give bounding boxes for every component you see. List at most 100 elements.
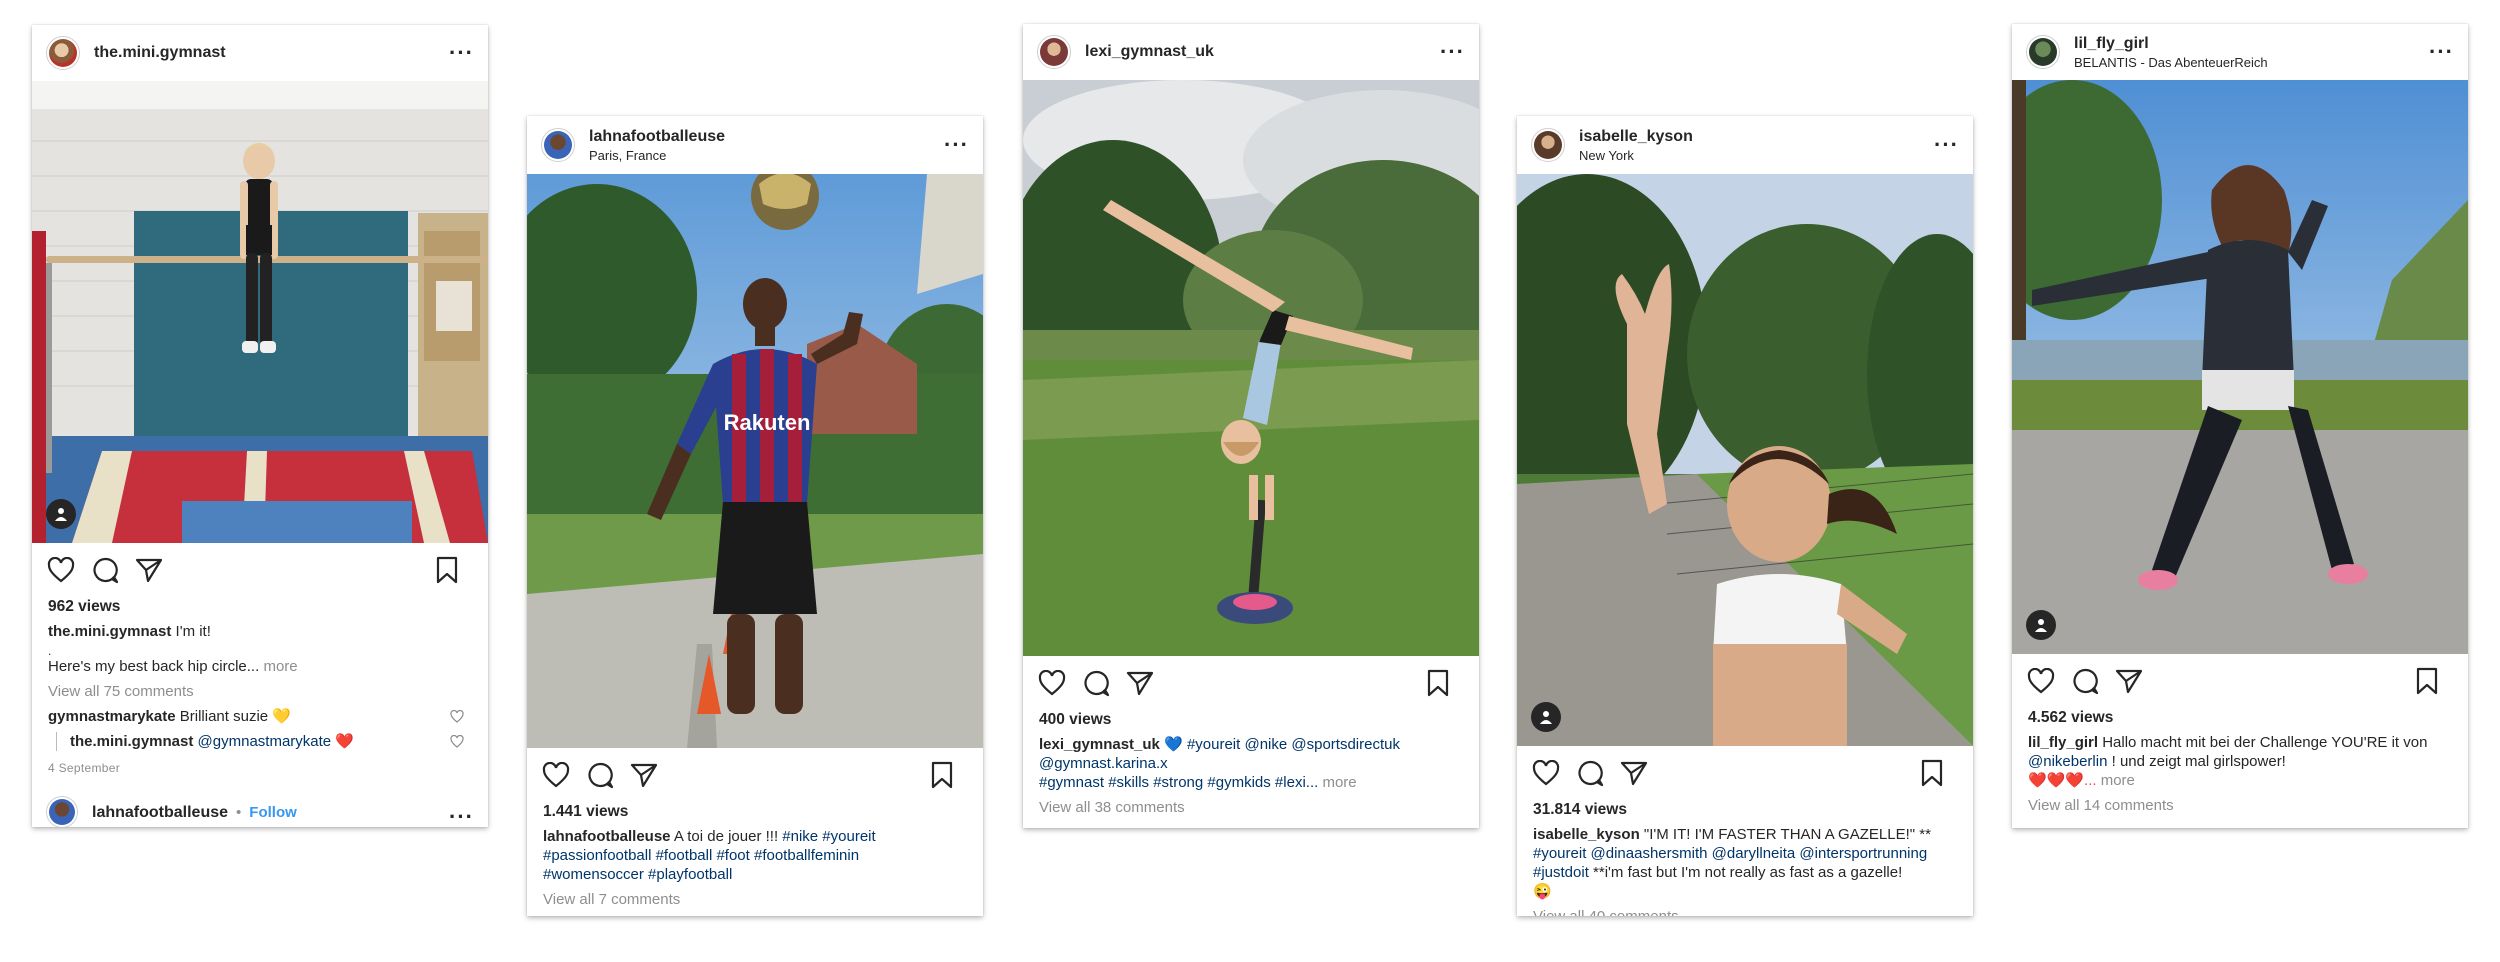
user-tag-icon[interactable]	[2026, 610, 2056, 640]
view-all-comments-link[interactable]: View all 38 comments	[1039, 798, 1463, 817]
username[interactable]: lil_fly_girl	[2074, 35, 2268, 53]
post-image[interactable]: Rakuten	[527, 174, 983, 748]
jumping-photo	[2012, 80, 2468, 654]
post-body: 31.814 views isabelle_kyson "I'M IT! I'M…	[1517, 800, 1973, 916]
more-options-icon[interactable]: ···	[1934, 134, 1959, 156]
avatar[interactable]	[2026, 35, 2060, 69]
avatar[interactable]	[46, 36, 80, 70]
more-link[interactable]: more	[1322, 774, 1356, 791]
more-options-icon[interactable]: ···	[944, 134, 969, 156]
post-body: 1.441 views lahnafootballeuse A toi de j…	[527, 802, 983, 909]
username[interactable]: lexi_gymnast_uk	[1085, 43, 1214, 61]
post-actions	[1023, 656, 1479, 710]
mention[interactable]: @nikeberlin	[2028, 753, 2107, 770]
like-heart-icon[interactable]	[46, 555, 76, 585]
bookmark-icon[interactable]	[927, 760, 957, 790]
location[interactable]: BELANTIS - Das AbenteuerReich	[2074, 55, 2268, 70]
hashtags[interactable]: #youreit @nike @sportsdirectuk	[1187, 736, 1400, 753]
jersey-sponsor-text: Rakuten	[724, 410, 811, 435]
user-tag-icon[interactable]	[46, 499, 76, 529]
post-card-5: lil_fly_girl BELANTIS - Das AbenteuerRei…	[2012, 24, 2468, 828]
more-link[interactable]: more	[2101, 772, 2135, 789]
view-count: 1.441 views	[543, 803, 629, 820]
caption-text: Here's my best back hip circle...	[48, 658, 260, 675]
hashtags[interactable]: #justdoit	[1533, 864, 1589, 881]
comment: gymnastmarykate Brilliant suzie 💛	[48, 707, 472, 726]
more-options-icon[interactable]: ···	[449, 42, 474, 64]
more-options-icon[interactable]: ···	[449, 806, 474, 828]
caption-username[interactable]: lil_fly_girl	[2028, 734, 2098, 751]
next-post-header: lahnafootballeuse • Follow ···	[46, 796, 474, 828]
avatar[interactable]	[1037, 35, 1071, 69]
follow-button[interactable]: Follow	[249, 803, 297, 822]
share-icon[interactable]	[2114, 666, 2144, 696]
like-heart-icon[interactable]	[1037, 668, 1067, 698]
view-all-comments-link[interactable]: View all 75 comments	[48, 682, 472, 701]
hashtags[interactable]: #womensoccer #playfootball	[543, 865, 967, 884]
caption-emoji: 😜	[1533, 883, 1552, 900]
hashtags[interactable]: #gymnast #skills #strong #gymkids #lexi.…	[1039, 774, 1318, 791]
comment-icon[interactable]	[1575, 758, 1605, 788]
comment-icon[interactable]	[2070, 666, 2100, 696]
comment-icon[interactable]	[1081, 668, 1111, 698]
view-count: 962 views	[48, 598, 121, 615]
like-heart-icon[interactable]	[1531, 758, 1561, 788]
comment-icon[interactable]	[585, 760, 615, 790]
caption: the.mini.gymnast I'm it!	[48, 622, 472, 641]
post-card-3: lexi_gymnast_uk ··· 400 views lexi_gymna…	[1023, 24, 1479, 828]
share-icon[interactable]	[134, 555, 164, 585]
comment-username[interactable]: gymnastmarykate	[48, 708, 176, 725]
more-options-icon[interactable]: ···	[1440, 41, 1465, 63]
comment-username[interactable]: the.mini.gymnast	[70, 733, 193, 750]
like-heart-icon[interactable]	[2026, 666, 2056, 696]
post-image[interactable]	[2012, 80, 2468, 654]
share-icon[interactable]	[1619, 758, 1649, 788]
share-icon[interactable]	[629, 760, 659, 790]
username[interactable]: lahnafootballeuse	[589, 128, 725, 146]
comment-like-icon[interactable]	[450, 734, 464, 753]
caption: isabelle_kyson "I'M IT! I'M FASTER THAN …	[1533, 825, 1957, 844]
caption-username[interactable]: the.mini.gymnast	[48, 623, 171, 640]
avatar[interactable]	[46, 796, 78, 827]
view-all-comments-link[interactable]: View all 7 comments	[543, 890, 967, 909]
caption-line: Here's my best back hip circle... more	[48, 657, 472, 676]
avatar[interactable]	[541, 128, 575, 162]
post-image[interactable]	[32, 81, 488, 543]
more-options-icon[interactable]: ···	[2429, 41, 2454, 63]
caption-username[interactable]: lexi_gymnast_uk	[1039, 736, 1160, 753]
post-image[interactable]	[1023, 80, 1479, 656]
caption-username[interactable]: isabelle_kyson	[1533, 826, 1640, 843]
hashtags[interactable]: #youreit @dinaashersmith @daryllneita @i…	[1533, 844, 1957, 863]
comment-text: Brilliant suzie 💛	[179, 708, 291, 725]
avatar[interactable]	[1531, 128, 1565, 162]
bookmark-icon[interactable]	[1917, 758, 1947, 788]
post-card-4: isabelle_kyson New York ··· 31.814 views…	[1517, 116, 1973, 916]
username[interactable]: the.mini.gymnast	[94, 44, 226, 62]
more-link[interactable]: more	[263, 658, 297, 675]
post-header: the.mini.gymnast ···	[32, 25, 488, 81]
post-image[interactable]	[1517, 174, 1973, 746]
mention[interactable]: @gymnast.karina.x	[1039, 754, 1463, 773]
user-tag-icon[interactable]	[1531, 702, 1561, 732]
comment-like-icon[interactable]	[450, 709, 464, 728]
caption-username[interactable]: lahnafootballeuse	[543, 828, 671, 845]
view-all-comments-link[interactable]: View all 14 comments	[2028, 796, 2452, 815]
bookmark-icon[interactable]	[1423, 668, 1453, 698]
comment-icon[interactable]	[90, 555, 120, 585]
post-actions	[527, 748, 983, 802]
like-heart-icon[interactable]	[541, 760, 571, 790]
share-icon[interactable]	[1125, 668, 1155, 698]
bookmark-icon[interactable]	[2412, 666, 2442, 696]
username[interactable]: lahnafootballeuse	[92, 803, 228, 822]
bookmark-icon[interactable]	[432, 555, 462, 585]
hashtags[interactable]: #nike #youreit	[782, 828, 875, 845]
caption-emoji: ❤️❤️❤️...	[2028, 772, 2097, 789]
hashtags[interactable]: #passionfootball #football #foot #footba…	[543, 846, 967, 865]
post-date: 4 September	[48, 761, 121, 775]
username[interactable]: isabelle_kyson	[1579, 128, 1693, 146]
view-all-comments-link[interactable]: View all 40 comments	[1533, 907, 1957, 916]
location[interactable]: New York	[1579, 148, 1693, 163]
caption: lil_fly_girl Hallo macht mit bei der Cha…	[2028, 733, 2452, 752]
location[interactable]: Paris, France	[589, 148, 725, 163]
post-header: lil_fly_girl BELANTIS - Das AbenteuerRei…	[2012, 24, 2468, 80]
